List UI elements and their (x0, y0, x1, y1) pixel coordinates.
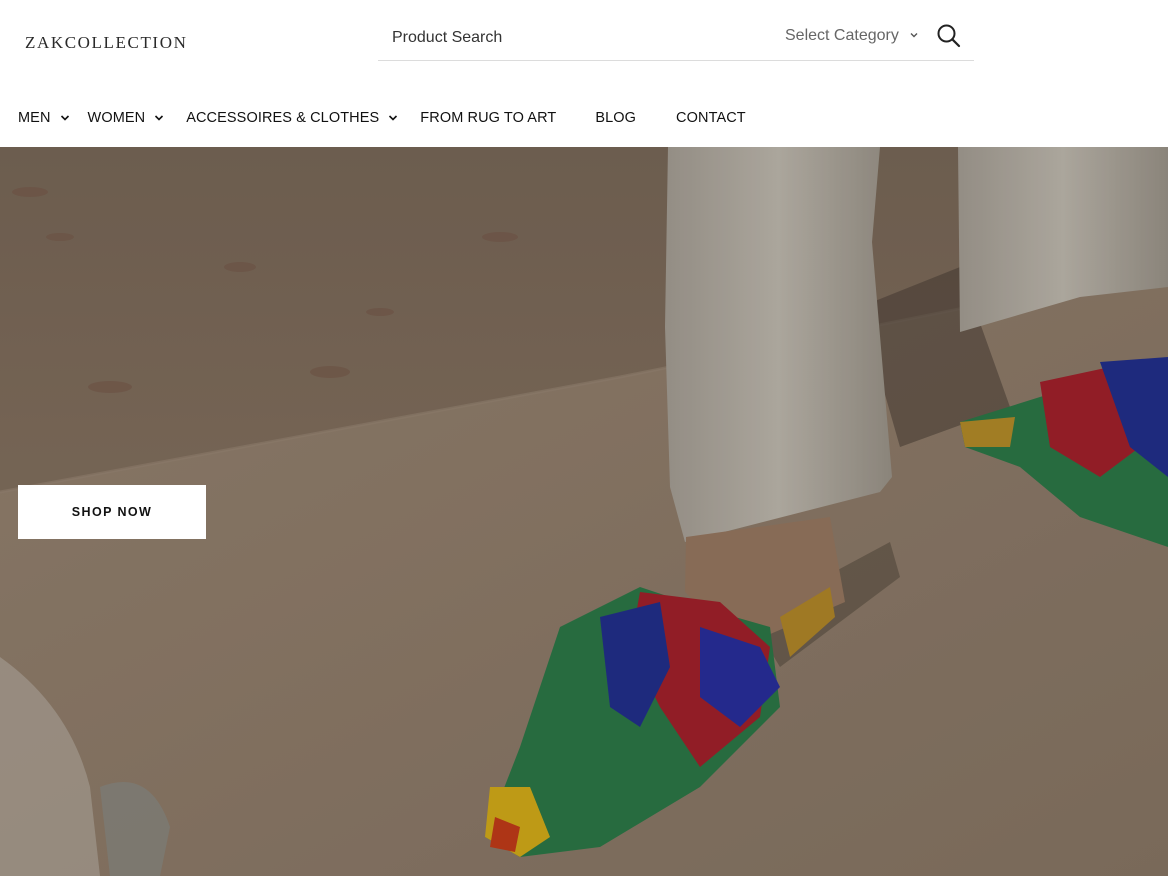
nav-item-label: ACCESSOIRES & CLOTHES (186, 110, 380, 126)
nav-item-label: WOMEN (87, 110, 146, 126)
nav-item-contact[interactable]: CONTACT (676, 100, 746, 136)
nav-item-from-rug-to-art[interactable]: FROM RUG TO ART (420, 100, 556, 136)
nav-item-accessoires-clothes[interactable]: ACCESSOIRES & CLOTHES (186, 100, 398, 136)
search-input[interactable] (392, 26, 752, 50)
search-button[interactable] (936, 23, 966, 53)
site-header: ZAKCOLLECTION Select Category MEN WOMEN … (0, 0, 1168, 147)
search-icon (937, 24, 961, 48)
nav-item-men[interactable]: MEN (18, 100, 70, 136)
nav-item-label: CONTACT (676, 110, 746, 126)
chevron-down-icon (389, 115, 398, 121)
nav-item-label: FROM RUG TO ART (420, 110, 557, 126)
nav-item-women[interactable]: WOMEN (88, 100, 165, 136)
main-navigation: MEN WOMEN ACCESSOIRES & CLOTHES FROM RUG… (0, 100, 746, 136)
search-bar: Select Category (378, 14, 974, 61)
hero-banner: SHOP NOW (0, 147, 1168, 876)
category-select[interactable]: Select Category (785, 27, 919, 45)
nav-item-label: BLOG (595, 110, 637, 126)
brand-logo[interactable]: ZAKCOLLECTION (25, 33, 187, 53)
chevron-down-icon (155, 115, 164, 121)
shop-now-button[interactable]: SHOP NOW (18, 485, 206, 539)
chevron-down-icon (60, 115, 69, 121)
nav-item-blog[interactable]: BLOG (595, 100, 636, 136)
nav-item-label: MEN (18, 110, 51, 126)
chevron-down-icon (909, 29, 919, 43)
category-select-label: Select Category (785, 27, 899, 44)
